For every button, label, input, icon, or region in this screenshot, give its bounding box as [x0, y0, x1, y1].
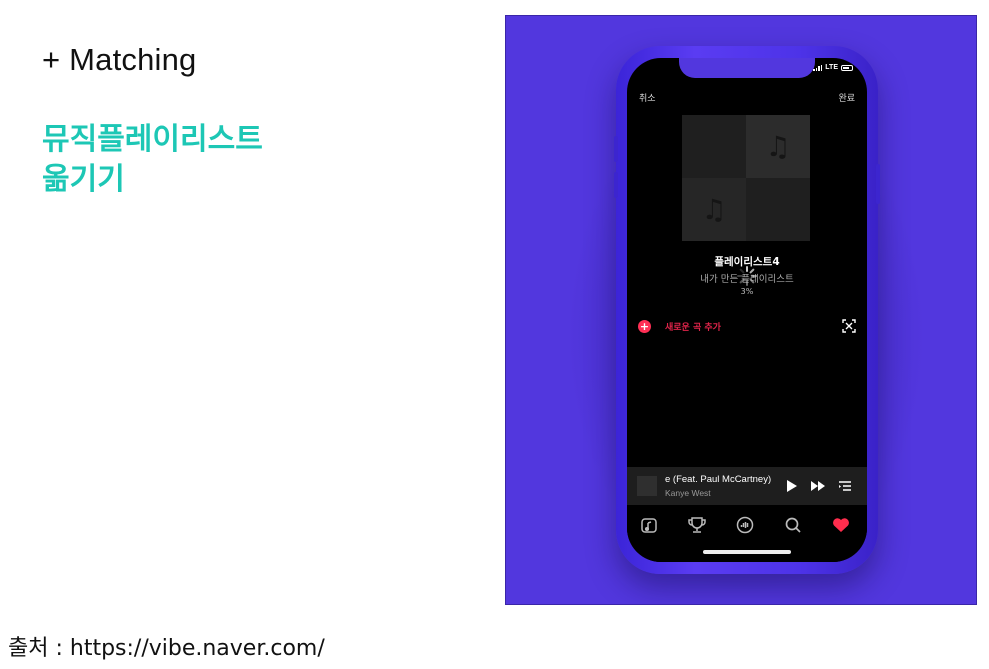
plus-circle-icon: + [638, 319, 651, 333]
slide-subtitle-line1: 뮤직플레이리스트 [42, 122, 263, 157]
loading-spinner-icon [737, 266, 757, 286]
home-indicator[interactable] [703, 550, 791, 554]
cover-tile [746, 178, 810, 241]
network-label: LTE [825, 64, 838, 71]
signal-icon [813, 64, 823, 71]
play-icon[interactable] [783, 478, 799, 494]
slide-subtitle-line2: 옮기기 [42, 162, 125, 197]
queue-icon[interactable] [837, 478, 853, 494]
phone-side-button [614, 136, 618, 162]
trophy-icon[interactable] [687, 515, 707, 535]
loading-progress: 3% [740, 287, 754, 296]
source-caption: 출처 : https://vibe.naver.com/ [8, 636, 325, 661]
tab-bar [627, 505, 867, 562]
cancel-button[interactable]: 취소 [639, 91, 656, 104]
add-song-label: 새로운 곡 추가 [665, 322, 721, 333]
playlist-cover: ♫ ♫ [682, 115, 810, 241]
track-title: e (Feat. Paul McCartney) [665, 474, 772, 485]
slide-subtitle: 뮤직플레이리스트 옮기기 [42, 120, 263, 200]
music-note-icon: ♫ [746, 115, 810, 178]
add-song-row[interactable]: + 새로운 곡 추가 [638, 318, 856, 334]
heart-icon[interactable] [831, 515, 851, 535]
cover-tile [682, 115, 746, 178]
fast-forward-icon[interactable] [810, 478, 826, 494]
done-button[interactable]: 완료 [838, 91, 855, 104]
phone-power-button [876, 164, 880, 204]
music-note-icon: ♫ [682, 178, 746, 241]
home-icon[interactable] [639, 515, 659, 535]
vibe-icon[interactable] [735, 515, 755, 535]
phone-screen: LTE 취소 완료 ♫ ♫ 플레이리스트4 내가 만든 플레이리스트 3% + … [627, 58, 867, 562]
app-screenshot-panel: LTE 취소 완료 ♫ ♫ 플레이리스트4 내가 만든 플레이리스트 3% + … [505, 15, 977, 605]
slide-heading: + Matching [42, 42, 197, 77]
mini-player[interactable]: e (Feat. Paul McCartney) Kanye West [627, 467, 867, 505]
battery-icon [841, 64, 853, 71]
scan-icon[interactable] [842, 319, 856, 333]
phone-side-button [614, 172, 618, 198]
track-artist: Kanye West [665, 488, 711, 498]
search-icon[interactable] [783, 515, 803, 535]
notch [679, 58, 815, 78]
album-art-thumbnail [637, 476, 657, 496]
phone-mockup: LTE 취소 완료 ♫ ♫ 플레이리스트4 내가 만든 플레이리스트 3% + … [614, 46, 880, 574]
status-bar: LTE [813, 64, 853, 71]
